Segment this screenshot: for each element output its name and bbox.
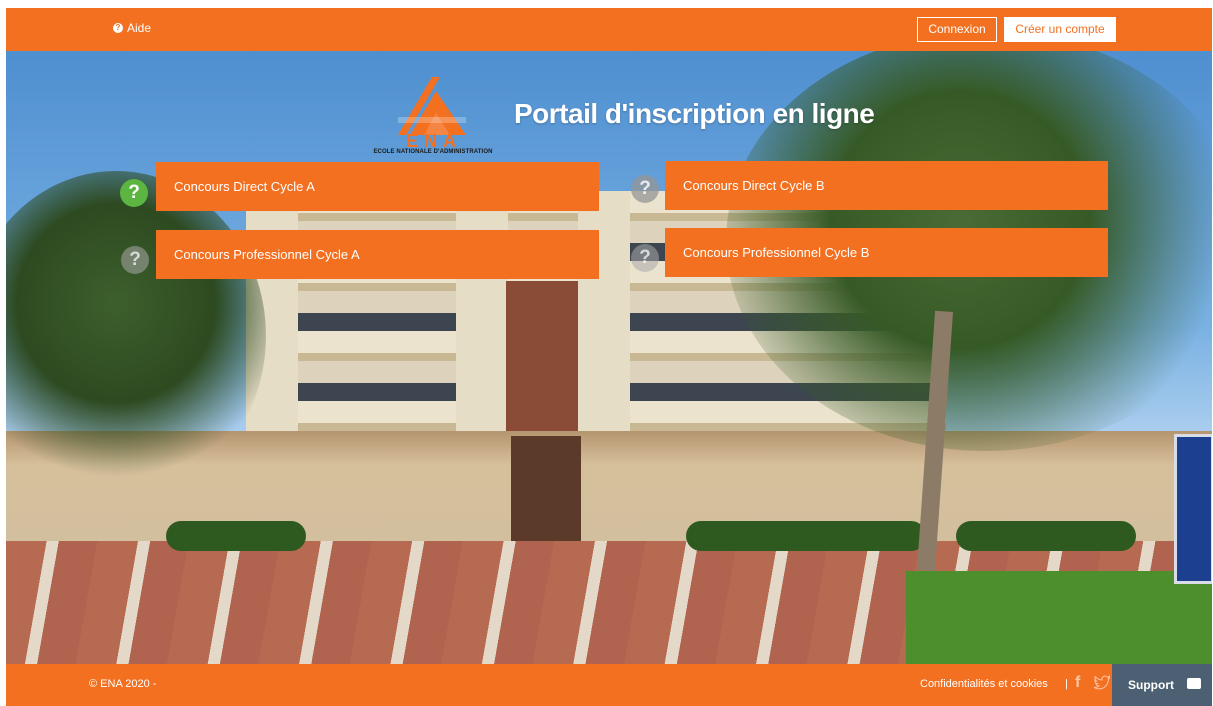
- facebook-icon[interactable]: f: [1075, 673, 1089, 693]
- hedge: [956, 521, 1136, 551]
- help-link[interactable]: ? Aide: [113, 21, 151, 35]
- hero-background: [6, 51, 1212, 664]
- question-circle-icon[interactable]: ?: [631, 175, 659, 203]
- create-account-button[interactable]: Créer un compte: [1004, 17, 1116, 42]
- twitter-icon[interactable]: [1094, 674, 1110, 692]
- ena-logo-mark: ENA: [398, 77, 466, 151]
- hedge: [686, 521, 926, 551]
- copyright-text: © ENA 2020 -: [89, 678, 157, 690]
- site-plan-sign: [1174, 434, 1212, 584]
- question-circle-icon: ?: [113, 23, 123, 33]
- question-circle-icon[interactable]: ?: [631, 244, 659, 272]
- footer-separator: |: [1065, 678, 1068, 690]
- concours-direct-cycle-b-button[interactable]: Concours Direct Cycle B: [665, 161, 1108, 210]
- concours-direct-cycle-a-button[interactable]: Concours Direct Cycle A: [156, 162, 599, 211]
- lawn: [906, 571, 1212, 664]
- hedge: [166, 521, 306, 551]
- top-bar: ? Aide Connexion Créer un compte: [6, 8, 1212, 51]
- page-title: Portail d'inscription en ligne: [514, 98, 875, 129]
- logo-caption: ECOLE NATIONALE D'ADMINISTRATION: [373, 149, 493, 155]
- privacy-cookies-link[interactable]: Confidentialités et cookies: [920, 678, 1048, 690]
- svg-text:ENA: ENA: [406, 131, 462, 149]
- footer: © ENA 2020 - Confidentialités et cookies…: [6, 664, 1212, 706]
- page-frame: ? Aide Connexion Créer un compte ENA ECO…: [6, 8, 1212, 706]
- support-label: Support: [1128, 678, 1174, 692]
- entrance-gate: [511, 436, 581, 546]
- question-circle-icon[interactable]: ?: [120, 179, 148, 207]
- chat-icon: [1187, 678, 1201, 689]
- question-circle-icon[interactable]: ?: [121, 246, 149, 274]
- ena-logo: ENA ECOLE NATIONALE D'ADMINISTRATION: [354, 73, 512, 159]
- login-button[interactable]: Connexion: [917, 17, 997, 42]
- help-label: Aide: [127, 21, 152, 35]
- concours-professionnel-cycle-b-button[interactable]: Concours Professionnel Cycle B: [665, 228, 1108, 277]
- support-button[interactable]: Support: [1112, 664, 1212, 706]
- concours-professionnel-cycle-a-button[interactable]: Concours Professionnel Cycle A: [156, 230, 599, 279]
